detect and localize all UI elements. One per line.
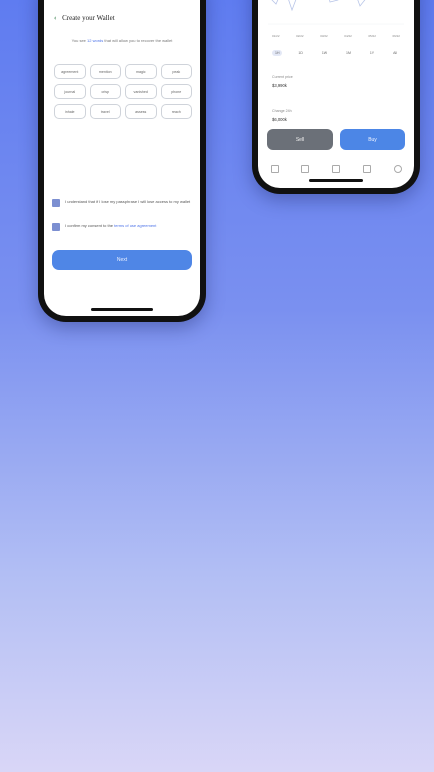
bottom-tab-bar: [270, 164, 402, 173]
stat-label: Change 24h: [272, 109, 292, 113]
instruction-text: You see 12 words that will allow you to …: [62, 38, 182, 44]
seed-word[interactable]: travel: [89, 104, 121, 119]
x-tick-label: 05/22: [368, 34, 376, 38]
seed-word[interactable]: magic: [125, 64, 157, 79]
seed-word[interactable]: inhale: [54, 104, 86, 119]
buy-button[interactable]: Buy: [340, 129, 405, 150]
screen-header: ‹ Create your Wallet: [54, 14, 115, 22]
hint-text: You see: [71, 38, 88, 43]
period-tab[interactable]: 1M: [343, 50, 354, 56]
trading-phone-mockup: 01/22 02/22 03/22 04/22 05/22 06/22 1H 1…: [252, 0, 420, 194]
seed-word[interactable]: vanished: [125, 84, 157, 99]
period-tab-selected[interactable]: 1H: [272, 50, 283, 56]
seed-word[interactable]: phone: [160, 84, 192, 99]
seed-word-grid: agreement mention magic peak journal cri…: [54, 64, 192, 119]
home-icon[interactable]: [270, 164, 279, 173]
settings-icon[interactable]: [393, 164, 402, 173]
x-tick-label: 01/22: [272, 34, 280, 38]
terms-text: I confirm my consent to the: [65, 223, 115, 228]
home-indicator: [309, 179, 363, 182]
hint-highlight: 12 words: [87, 38, 104, 43]
price-chart: [268, 0, 404, 25]
stat-label: Current price: [272, 75, 293, 79]
wallet-phone-mockup: ‹ Create your Wallet You see 12 words th…: [38, 0, 206, 322]
checkbox-label: I confirm my consent to the terms of use…: [65, 223, 156, 229]
x-tick-label: 03/22: [320, 34, 328, 38]
period-tab[interactable]: 1Y: [367, 50, 377, 56]
seed-word[interactable]: peak: [160, 64, 192, 79]
checkbox-label: I understand that if I lose my passphras…: [65, 199, 191, 204]
trading-screen: 01/22 02/22 03/22 04/22 05/22 06/22 1H 1…: [258, 0, 414, 188]
seed-word[interactable]: crisp: [89, 84, 121, 99]
checkbox[interactable]: [52, 223, 60, 231]
wallet-screen: ‹ Create your Wallet You see 12 words th…: [44, 0, 200, 316]
x-tick-label: 04/22: [344, 34, 352, 38]
period-selector: 1H 1D 1W 1M 1Y All: [272, 50, 400, 56]
seed-word[interactable]: mention: [89, 64, 121, 79]
hint-text-end: that will allow you to recover the walle…: [103, 38, 173, 43]
next-button[interactable]: Next: [52, 250, 192, 270]
chart-x-axis: 01/22 02/22 03/22 04/22 05/22 06/22: [272, 34, 400, 38]
checkbox[interactable]: [52, 199, 60, 207]
stat-value: $3,990k: [272, 83, 287, 88]
period-tab[interactable]: 1W: [319, 50, 330, 56]
lose-passphrase-checkbox-row[interactable]: I understand that if I lose my passphras…: [52, 199, 192, 207]
screen-title: Create your Wallet: [62, 14, 115, 22]
period-tab[interactable]: 1D: [295, 50, 305, 56]
sell-button[interactable]: Sell: [267, 129, 333, 150]
period-tab[interactable]: All: [390, 50, 400, 56]
chevron-left-icon[interactable]: ‹: [54, 14, 56, 22]
seed-word[interactable]: reach: [160, 104, 192, 119]
history-icon[interactable]: [362, 164, 371, 173]
x-tick-label: 02/22: [296, 34, 304, 38]
wallet-icon[interactable]: [332, 164, 341, 173]
seed-word[interactable]: journal: [54, 84, 86, 99]
stat-value: $6,000k: [272, 117, 287, 122]
terms-checkbox-row[interactable]: I confirm my consent to the terms of use…: [52, 223, 192, 231]
seed-word[interactable]: agreement: [54, 64, 86, 79]
terms-link[interactable]: terms of use agreement: [114, 223, 156, 228]
chart-line: [271, 0, 366, 12]
home-indicator: [91, 308, 153, 311]
chart-icon[interactable]: [301, 164, 310, 173]
x-tick-label: 06/22: [392, 34, 400, 38]
seed-word[interactable]: assess: [125, 104, 157, 119]
